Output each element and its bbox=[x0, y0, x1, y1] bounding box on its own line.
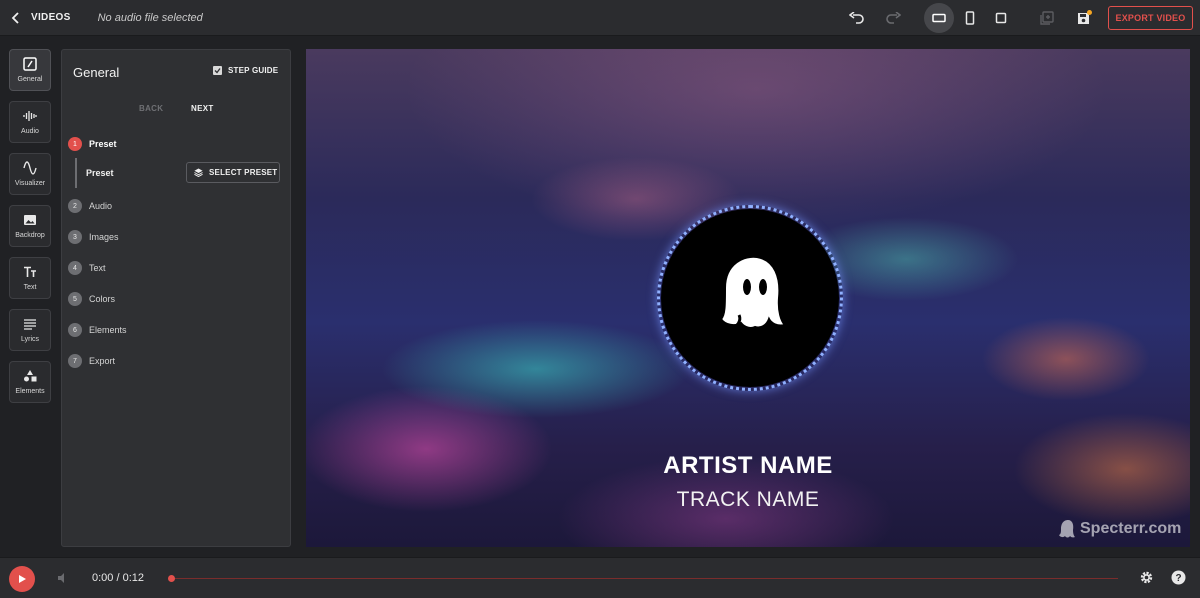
rail-label: Lyrics bbox=[20, 336, 40, 343]
step-label: Images bbox=[89, 232, 119, 242]
volume-icon[interactable] bbox=[57, 572, 69, 584]
step-elements[interactable]: 6 Elements bbox=[68, 323, 127, 337]
rail-label: Visualizer bbox=[14, 180, 46, 187]
panel-title: General bbox=[73, 65, 120, 80]
rail-elements[interactable]: Elements bbox=[9, 361, 51, 403]
rail-label: Audio bbox=[21, 128, 39, 135]
play-button[interactable] bbox=[9, 566, 35, 592]
step-number: 1 bbox=[68, 137, 82, 151]
square-icon bbox=[995, 12, 1007, 24]
step-export[interactable]: 7 Export bbox=[68, 354, 115, 368]
export-video-button[interactable]: EXPORT VIDEO bbox=[1108, 6, 1193, 30]
svg-text:?: ? bbox=[1175, 573, 1181, 584]
artist-name-text: ARTIST NAME bbox=[663, 452, 833, 479]
step-next-button[interactable]: NEXT bbox=[191, 104, 214, 113]
square-format-button[interactable] bbox=[986, 3, 1016, 33]
rail-label: Text bbox=[23, 284, 37, 291]
video-preview-canvas[interactable]: ARTIST NAME TRACK NAME Specterr.com bbox=[306, 49, 1190, 547]
select-preset-button[interactable]: SELECT PRESET bbox=[186, 162, 280, 183]
landscape-icon bbox=[932, 13, 946, 23]
specterr-logo-icon bbox=[1059, 520, 1075, 538]
track-name-text: TRACK NAME bbox=[676, 488, 820, 511]
rail-visualizer[interactable]: Visualizer bbox=[9, 153, 51, 195]
portrait-icon bbox=[965, 11, 975, 25]
add-to-library-button[interactable] bbox=[1032, 3, 1062, 33]
settings-gear-icon[interactable] bbox=[1139, 570, 1154, 585]
step-audio[interactable]: 2 Audio bbox=[68, 199, 112, 213]
step-guide-toggle[interactable]: STEP GUIDE bbox=[213, 66, 278, 75]
shapes-icon bbox=[24, 370, 37, 382]
save-button[interactable] bbox=[1068, 3, 1098, 33]
step-guide-label: STEP GUIDE bbox=[228, 66, 279, 75]
step-number: 2 bbox=[68, 199, 82, 213]
image-icon bbox=[24, 215, 36, 225]
unsaved-indicator bbox=[1087, 10, 1092, 15]
rail-lyrics[interactable]: Lyrics bbox=[9, 309, 51, 351]
audio-file-status: No audio file selected bbox=[97, 11, 203, 24]
rail-label: Elements bbox=[15, 388, 45, 395]
step-text[interactable]: 4 Text bbox=[68, 261, 106, 275]
step-number: 5 bbox=[68, 292, 82, 306]
step-connector bbox=[75, 158, 77, 188]
text-icon bbox=[24, 266, 36, 277]
watermark: Specterr.com bbox=[1058, 519, 1181, 539]
step-number: 3 bbox=[68, 230, 82, 244]
help-icon[interactable]: ? bbox=[1171, 570, 1186, 585]
undo-button[interactable] bbox=[842, 3, 872, 33]
step-preset[interactable]: 1 Preset bbox=[68, 137, 117, 151]
step-label: Text bbox=[89, 263, 106, 273]
timeline-track[interactable] bbox=[172, 578, 1118, 579]
step-images[interactable]: 3 Images bbox=[68, 230, 119, 244]
check-icon bbox=[214, 68, 221, 74]
top-bar: VIDEOS No audio file selected bbox=[0, 0, 1200, 36]
logo-image bbox=[661, 209, 839, 387]
redo-icon bbox=[886, 12, 901, 24]
step-label: Elements bbox=[89, 325, 127, 335]
undo-icon bbox=[849, 12, 864, 24]
rail-backdrop[interactable]: Backdrop bbox=[9, 205, 51, 247]
step-number: 7 bbox=[68, 354, 82, 368]
watermark-text: Specterr.com bbox=[1080, 520, 1182, 537]
step-back-button[interactable]: BACK bbox=[139, 104, 163, 113]
back-label: VIDEOS bbox=[31, 12, 71, 23]
ghost-logo-icon bbox=[714, 255, 788, 329]
preset-field-label: Preset bbox=[86, 168, 114, 178]
landscape-format-button[interactable] bbox=[924, 3, 954, 33]
general-icon bbox=[23, 57, 37, 71]
player-bar: 0:00 / 0:12 ? bbox=[0, 557, 1200, 598]
rail-label: General bbox=[17, 76, 43, 83]
rail-general[interactable]: General bbox=[9, 49, 51, 91]
back-to-videos-button[interactable]: VIDEOS bbox=[0, 0, 71, 36]
rail-text[interactable]: Text bbox=[9, 257, 51, 299]
wave-icon bbox=[23, 161, 37, 175]
step-number: 6 bbox=[68, 323, 82, 337]
lines-icon bbox=[24, 319, 36, 330]
chevron-left-icon bbox=[11, 11, 19, 24]
rail-label: Backdrop bbox=[15, 232, 45, 239]
rail-audio[interactable]: Audio bbox=[9, 101, 51, 143]
step-label: Colors bbox=[89, 294, 116, 304]
portrait-format-button[interactable] bbox=[955, 3, 985, 33]
step-label: Export bbox=[89, 356, 116, 366]
step-label: Audio bbox=[89, 201, 113, 211]
library-add-icon bbox=[1040, 11, 1054, 25]
playback-time: 0:00 / 0:12 bbox=[92, 572, 144, 584]
select-preset-label: SELECT PRESET bbox=[209, 168, 278, 177]
layers-icon bbox=[194, 168, 203, 177]
play-icon bbox=[19, 575, 26, 583]
general-panel: General STEP GUIDE BACK NEXT 1 Preset Pr… bbox=[61, 49, 291, 547]
redo-button[interactable] bbox=[878, 3, 908, 33]
audio-wave-icon bbox=[23, 111, 37, 121]
step-colors[interactable]: 5 Colors bbox=[68, 292, 115, 306]
step-label: Preset bbox=[89, 139, 117, 149]
step-guide-checkbox[interactable] bbox=[213, 66, 222, 75]
timeline-scrubber[interactable] bbox=[168, 575, 175, 582]
step-number: 4 bbox=[68, 261, 82, 275]
